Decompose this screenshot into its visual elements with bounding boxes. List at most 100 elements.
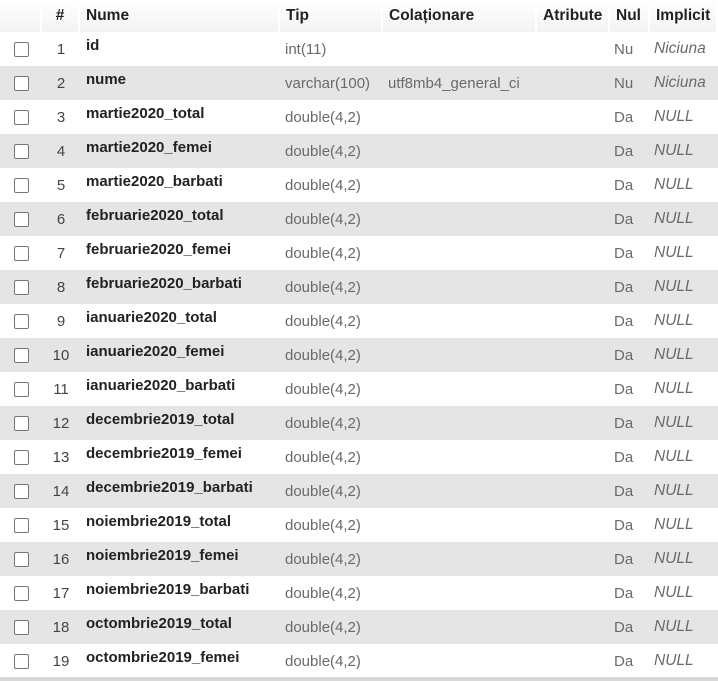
- row-checkbox-cell: [0, 270, 42, 304]
- column-type: double(4,2): [280, 440, 383, 474]
- row-checkbox[interactable]: [13, 586, 29, 602]
- row-checkbox[interactable]: [13, 620, 29, 636]
- row-checkbox[interactable]: [13, 348, 29, 364]
- row-checkbox[interactable]: [13, 552, 29, 568]
- column-collation: [383, 270, 537, 304]
- column-null: Da: [610, 576, 650, 610]
- table-header: # Nume Tip Colaționare Atribute Nul Impl…: [0, 0, 718, 32]
- column-type: double(4,2): [280, 270, 383, 304]
- header-collation[interactable]: Colaționare: [383, 0, 537, 32]
- row-number: 17: [42, 576, 80, 610]
- table-row: 8 februarie2020_barbati double(4,2) Da NULL: [0, 270, 718, 304]
- column-collation: [383, 542, 537, 576]
- row-number: 15: [42, 508, 80, 542]
- column-attributes: [537, 542, 610, 576]
- column-attributes: [537, 644, 610, 678]
- column-attributes: [537, 202, 610, 236]
- row-number: 5: [42, 168, 80, 202]
- row-checkbox[interactable]: [13, 178, 29, 194]
- column-attributes: [537, 66, 610, 100]
- column-name: februarie2020_barbati: [80, 270, 280, 304]
- column-name: martie2020_femei: [80, 134, 280, 168]
- row-checkbox[interactable]: [13, 110, 29, 126]
- column-attributes: [537, 304, 610, 338]
- table-row: 3 martie2020_total double(4,2) Da NULL: [0, 100, 718, 134]
- row-number: 11: [42, 372, 80, 406]
- table-row: 4 martie2020_femei double(4,2) Da NULL: [0, 134, 718, 168]
- column-type: double(4,2): [280, 508, 383, 542]
- column-null: Da: [610, 168, 650, 202]
- column-type: double(4,2): [280, 542, 383, 576]
- row-checkbox[interactable]: [13, 654, 29, 670]
- column-name: ianuarie2020_femei: [80, 338, 280, 372]
- row-checkbox-cell: [0, 304, 42, 338]
- header-attributes[interactable]: Atribute: [537, 0, 610, 32]
- column-null: Da: [610, 100, 650, 134]
- column-default: NULL: [650, 372, 718, 406]
- row-checkbox[interactable]: [13, 76, 29, 92]
- column-null: Da: [610, 304, 650, 338]
- header-null[interactable]: Nul: [610, 0, 650, 32]
- column-default: Niciuna: [650, 66, 718, 100]
- column-collation: [383, 610, 537, 644]
- row-number: 9: [42, 304, 80, 338]
- header-row: # Nume Tip Colaționare Atribute Nul Impl…: [0, 0, 718, 32]
- column-name: noiembrie2019_femei: [80, 542, 280, 576]
- row-checkbox[interactable]: [13, 144, 29, 160]
- column-collation: [383, 338, 537, 372]
- header-num[interactable]: #: [42, 0, 80, 32]
- row-checkbox[interactable]: [13, 416, 29, 432]
- header-type[interactable]: Tip: [280, 0, 383, 32]
- column-default: NULL: [650, 202, 718, 236]
- header-default[interactable]: Implicit: [650, 0, 718, 32]
- column-type: double(4,2): [280, 236, 383, 270]
- column-name: octombrie2019_femei: [80, 644, 280, 678]
- column-attributes: [537, 440, 610, 474]
- table-row: 17 noiembrie2019_barbati double(4,2) Da NULL: [0, 576, 718, 610]
- row-checkbox-cell: [0, 202, 42, 236]
- row-checkbox[interactable]: [13, 280, 29, 296]
- row-checkbox[interactable]: [13, 484, 29, 500]
- row-checkbox[interactable]: [13, 246, 29, 262]
- row-checkbox-cell: [0, 338, 42, 372]
- column-null: Da: [610, 644, 650, 678]
- table-row: 14 decembrie2019_barbati double(4,2) Da NULL: [0, 474, 718, 508]
- row-checkbox[interactable]: [13, 42, 29, 58]
- column-collation: [383, 508, 537, 542]
- column-name: noiembrie2019_barbati: [80, 576, 280, 610]
- table-row: 1 id int(11) Nu Niciuna: [0, 32, 718, 66]
- column-null: Da: [610, 270, 650, 304]
- row-number: 1: [42, 32, 80, 66]
- row-checkbox-cell: [0, 372, 42, 406]
- column-default: NULL: [650, 440, 718, 474]
- table-row: 7 februarie2020_femei double(4,2) Da NULL: [0, 236, 718, 270]
- column-collation: [383, 576, 537, 610]
- row-number: 14: [42, 474, 80, 508]
- column-default: NULL: [650, 168, 718, 202]
- column-name: nume: [80, 66, 280, 100]
- table-row: 13 decembrie2019_femei double(4,2) Da NULL: [0, 440, 718, 474]
- column-default: NULL: [650, 134, 718, 168]
- column-null: Da: [610, 338, 650, 372]
- column-null: Da: [610, 508, 650, 542]
- row-checkbox[interactable]: [13, 212, 29, 228]
- row-number: 16: [42, 542, 80, 576]
- column-collation: [383, 236, 537, 270]
- header-name[interactable]: Nume: [80, 0, 280, 32]
- column-default: NULL: [650, 508, 718, 542]
- table-row: 16 noiembrie2019_femei double(4,2) Da NULL: [0, 542, 718, 576]
- column-default: NULL: [650, 100, 718, 134]
- row-checkbox[interactable]: [13, 382, 29, 398]
- row-checkbox[interactable]: [13, 518, 29, 534]
- column-collation: [383, 474, 537, 508]
- row-checkbox[interactable]: [13, 314, 29, 330]
- column-attributes: [537, 610, 610, 644]
- row-checkbox[interactable]: [13, 450, 29, 466]
- column-default: NULL: [650, 610, 718, 644]
- header-select: [0, 0, 42, 32]
- column-null: Da: [610, 134, 650, 168]
- column-collation: [383, 134, 537, 168]
- column-null: Da: [610, 236, 650, 270]
- column-null: Nu: [610, 32, 650, 66]
- row-checkbox-cell: [0, 508, 42, 542]
